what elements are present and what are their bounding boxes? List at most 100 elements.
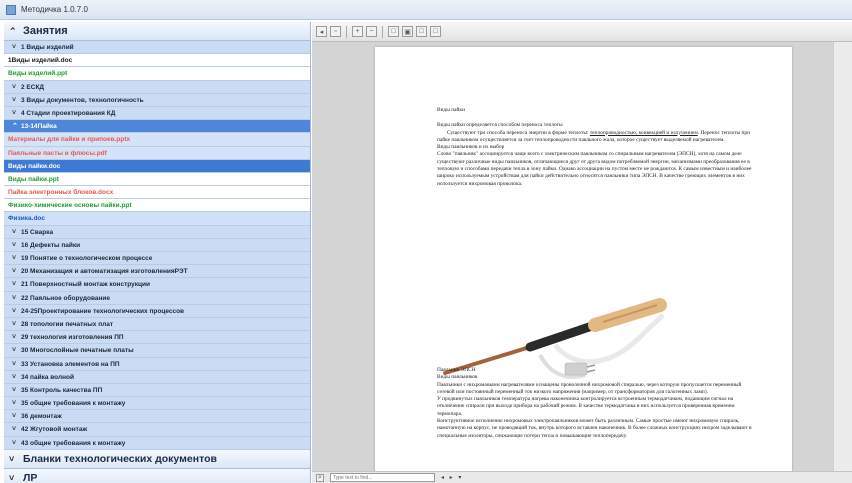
tree-node[interactable]: ˅ 35 Контроль качества ПП <box>4 384 310 398</box>
tree-file-item[interactable]: Виды пайки.ppt <box>4 172 310 187</box>
tree-label: Материалы для пайки и припоев.pptx <box>8 136 131 144</box>
page-button[interactable]: ▫ <box>330 26 341 37</box>
tree-node[interactable]: ˅ 3 Виды документов, технологичность <box>4 94 310 107</box>
tree-node[interactable]: ˅ 30 Многослойные печатные платы <box>4 344 310 358</box>
tree-label: 35 Контроль качества ПП <box>21 386 103 394</box>
tree-node[interactable]: ˅ 28 топологии печатных плат <box>4 318 310 332</box>
chevron-down-icon: ˅ <box>12 83 17 91</box>
chevron-down-icon: ˅ <box>12 294 17 302</box>
app-icon <box>6 4 16 15</box>
chevron-down-icon: ˅ <box>12 426 17 434</box>
find-nav-arrows[interactable]: ◂ ▸ ▾ <box>441 474 463 481</box>
doc-paragraph: Паяльники с нихромовыми нагревателями ос… <box>437 381 742 395</box>
fit-width-icon[interactable]: □ <box>430 26 441 37</box>
chevron-down-icon: ˅ <box>12 400 17 408</box>
tree-node[interactable]: ⌃ 13-14Пайка <box>4 120 310 134</box>
tree-node[interactable]: ˅ 19 Понятие о технологическом процессе <box>4 252 310 266</box>
toolbar-divider <box>346 25 347 38</box>
section-title: Бланки технологических документов <box>23 453 217 465</box>
section-header-lessons[interactable]: ⌃ Занятия <box>4 22 310 41</box>
tree-node[interactable]: ˅ 21 Поверхностный монтаж конструкции <box>4 278 310 292</box>
tree-node[interactable]: ˅ 20 Механизация и автоматизация изготовл… <box>4 265 310 279</box>
tree-file-item[interactable]: Материалы для пайки и припоев.pptx <box>4 133 310 147</box>
tree-node[interactable]: ˅ 29 технология изготовления ПП <box>4 331 310 345</box>
tree-node[interactable]: ˅ 24-25Проектирование технологических про… <box>4 305 310 318</box>
doc-paragraph: Паяльник ЭПСН <box>437 367 476 373</box>
tree-file-item[interactable]: Физико-химические основы пайки.ppt <box>4 199 310 213</box>
tree-node[interactable]: ˅ 22 Паяльное оборудование <box>4 292 310 305</box>
document-page: Виды пайки Виды пайки определяется спосо… <box>375 47 792 483</box>
document-viewer: ◂ ▫ + − □ ▣ □ □ Виды пайки Виды пайки оп… <box>312 22 852 483</box>
section-header-lr[interactable]: ˅ ЛР <box>4 469 310 483</box>
tree-label: 15 Сварка <box>21 228 54 236</box>
tree-label: Виды изделий.ppt <box>8 70 68 78</box>
chevron-down-icon: ˅ <box>12 373 17 381</box>
tree-file-item[interactable]: Пайка электронных блоков.docx <box>4 186 310 200</box>
tree-file-item[interactable]: 1Виды изделий.doc <box>4 54 310 68</box>
title-bar: Методичка 1.0.7.0 <box>0 0 852 20</box>
vertical-scrollbar[interactable] <box>833 42 852 483</box>
toolbar-divider <box>382 25 383 38</box>
tree-label: 42 Жгутовой монтаж <box>21 426 88 434</box>
tree-node[interactable]: ˅ 35 общие требования к монтажу <box>4 397 310 411</box>
chevron-down-icon: ˅ <box>12 96 17 104</box>
tree-file-item[interactable]: Виды изделий.ppt <box>4 67 310 81</box>
tree-label: 36 демонтаж <box>21 413 62 421</box>
viewer-toolbar: ◂ ▫ + − □ ▣ □ □ <box>312 22 852 42</box>
tree-label: Физика.doc <box>8 215 46 223</box>
bottom-sections: ˅ Бланки технологических документов ˅ ЛР <box>4 450 310 483</box>
chevron-down-icon: ˅ <box>12 439 17 447</box>
tree-node[interactable]: ˅ 42 Жгутовой монтаж <box>4 423 310 437</box>
chevron-down-icon: ˅ <box>12 241 17 249</box>
tree-label: 43 общие требования к монтажу <box>21 439 126 447</box>
tree-label: 20 Механизация и автоматизация изготовле… <box>21 268 188 276</box>
doc-title: Виды пайки <box>437 107 465 113</box>
tree-label: 29 технология изготовления ПП <box>21 334 124 342</box>
doc-paragraph: Виды пайки определяется способом перенос… <box>437 122 563 129</box>
doc-link[interactable]: теплопроводностью, конвекцией и излучени… <box>590 130 698 136</box>
tree-node[interactable]: ˅ 15 Сварка <box>4 226 310 239</box>
tree-file-item[interactable]: Паяльные пасты и флюсы.pdf <box>4 146 310 160</box>
tree-label: Паяльные пасты и флюсы.pdf <box>8 149 107 157</box>
back-button[interactable]: ◂ <box>316 26 327 37</box>
chevron-down-icon: ˅ <box>12 413 17 421</box>
lessons-tree: ˅ 1 Виды изделий 1Виды изделий.doc Виды изд… <box>4 41 310 483</box>
tree-label: Физико-химические основы пайки.ppt <box>8 202 132 210</box>
chevron-down-icon: ˅ <box>12 320 17 328</box>
tree-node[interactable]: ˅ 2 ЕСКД <box>4 81 310 94</box>
tree-node[interactable]: ˅ 36 демонтаж <box>4 410 310 424</box>
find-input[interactable] <box>330 473 435 482</box>
tree-node[interactable]: ˅ 34 пайка волной <box>4 371 310 384</box>
doc-paragraph: Виды паяльников <box>437 374 478 381</box>
chevron-down-icon: ˅ <box>12 109 17 117</box>
chevron-down-icon: ˅ <box>12 255 17 262</box>
section-title: Занятия <box>23 25 68 37</box>
tree-label: Виды пайки.ppt <box>8 175 59 183</box>
tree-file-item[interactable]: Виды пайки.doc <box>4 159 310 173</box>
search-icon[interactable]: ⌕ <box>316 473 324 482</box>
two-page-icon[interactable]: ▣ <box>402 26 413 37</box>
chevron-up-icon: ⌃ <box>9 25 17 36</box>
chevron-down-icon: ˅ <box>12 360 17 368</box>
fit-page-icon[interactable]: □ <box>416 26 427 37</box>
tree-label: 22 Паяльное оборудование <box>21 294 111 302</box>
window-title: Методичка 1.0.7.0 <box>21 5 88 14</box>
doc-paragraph: Конструктивное исполнение нихромовых эле… <box>437 418 752 439</box>
tree-node[interactable]: ˅ 4 Стадии проектирования КД <box>4 107 310 121</box>
tree-node[interactable]: ˅ 43 общие требования к монтажу <box>4 437 310 450</box>
single-page-icon[interactable]: □ <box>388 26 399 37</box>
tree-node[interactable]: ˅ 1 Виды изделий <box>4 41 310 55</box>
section-title: ЛР <box>23 472 38 483</box>
tree-label: 34 пайка волной <box>21 373 74 381</box>
tree-node[interactable]: ˅ 16 Дефекты пайки <box>4 239 310 252</box>
section-header-blanks[interactable]: ˅ Бланки технологических документов <box>4 450 310 469</box>
tree-label: 35 общие требования к монтажу <box>21 400 126 408</box>
tree-label: 1Виды изделий.doc <box>8 57 73 65</box>
tree-label: 2 ЕСКД <box>21 83 45 91</box>
tree-node[interactable]: ˅ 33 Установка элементов на ПП <box>4 358 310 371</box>
chevron-down-icon: ˅ <box>12 44 17 51</box>
zoom-out-icon[interactable]: − <box>366 26 377 37</box>
zoom-in-icon[interactable]: + <box>352 26 363 37</box>
tree-file-item[interactable]: Физика.doc <box>4 212 310 226</box>
tree-label: 3 Виды документов, технологичность <box>21 96 144 104</box>
